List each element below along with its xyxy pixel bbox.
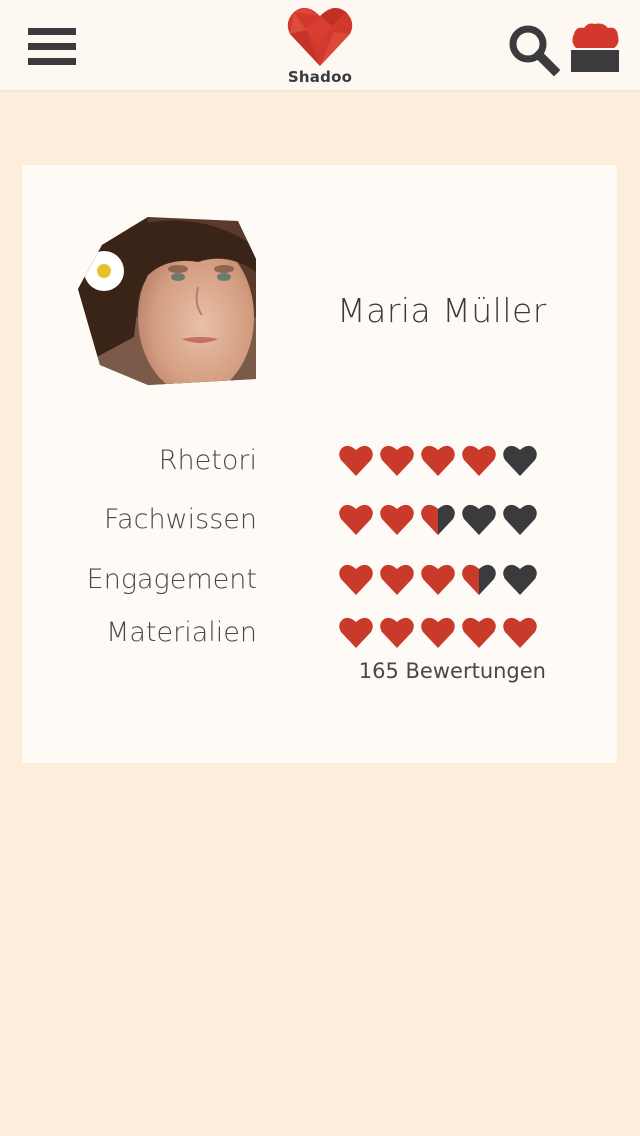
heart-empty-icon xyxy=(503,445,537,476)
heart-full-icon xyxy=(380,504,414,535)
heart-half-icon xyxy=(421,504,455,535)
heart-rating[interactable] xyxy=(338,502,543,538)
menu-line xyxy=(28,28,76,35)
heart-full-icon xyxy=(380,617,414,648)
profile-name: Maria Müller xyxy=(337,291,547,330)
rating-row: Fachwissen xyxy=(22,500,617,540)
rating-row: Rhetori xyxy=(22,441,617,481)
heart-full-icon xyxy=(339,504,373,535)
heart-full-icon xyxy=(421,564,455,595)
search-icon[interactable] xyxy=(506,22,561,77)
heart-full-icon xyxy=(462,445,496,476)
heart-full-icon xyxy=(339,617,373,648)
heart-empty-icon xyxy=(503,564,537,595)
hamburger-menu-icon[interactable] xyxy=(28,28,76,66)
rating-row: Materialien xyxy=(22,613,617,653)
heart-full-icon xyxy=(421,617,455,648)
rating-row: Engagement xyxy=(22,560,617,600)
profile-card: Maria Müller Rhetori Fachwissen Engageme… xyxy=(22,165,617,763)
heart-half-icon xyxy=(462,564,496,595)
heart-full-icon xyxy=(380,564,414,595)
rating-label: Fachwissen xyxy=(104,504,257,535)
logo-text: Shadoo xyxy=(287,68,353,86)
heart-rating[interactable] xyxy=(338,562,543,598)
heart-full-icon xyxy=(339,445,373,476)
heart-full-icon xyxy=(380,445,414,476)
heart-full-icon xyxy=(421,445,455,476)
menu-line xyxy=(28,58,76,65)
top-navigation-bar: Shadoo xyxy=(0,0,640,90)
rating-label: Engagement xyxy=(86,564,257,595)
heart-empty-icon xyxy=(503,504,537,535)
menu-line xyxy=(28,43,76,50)
review-count: 165 Bewertungen xyxy=(358,659,546,683)
shadoo-logo[interactable]: Shadoo xyxy=(280,4,360,90)
profile-icon[interactable] xyxy=(570,22,620,74)
heart-full-icon xyxy=(503,617,537,648)
avatar[interactable] xyxy=(78,217,258,387)
heart-empty-icon xyxy=(462,504,496,535)
heart-full-icon xyxy=(462,617,496,648)
rating-label: Materialien xyxy=(106,617,257,648)
rating-label: Rhetori xyxy=(158,445,257,476)
heart-logo-icon xyxy=(287,7,353,67)
heart-full-icon xyxy=(339,564,373,595)
heart-rating[interactable] xyxy=(338,615,543,651)
heart-rating[interactable] xyxy=(338,443,543,479)
